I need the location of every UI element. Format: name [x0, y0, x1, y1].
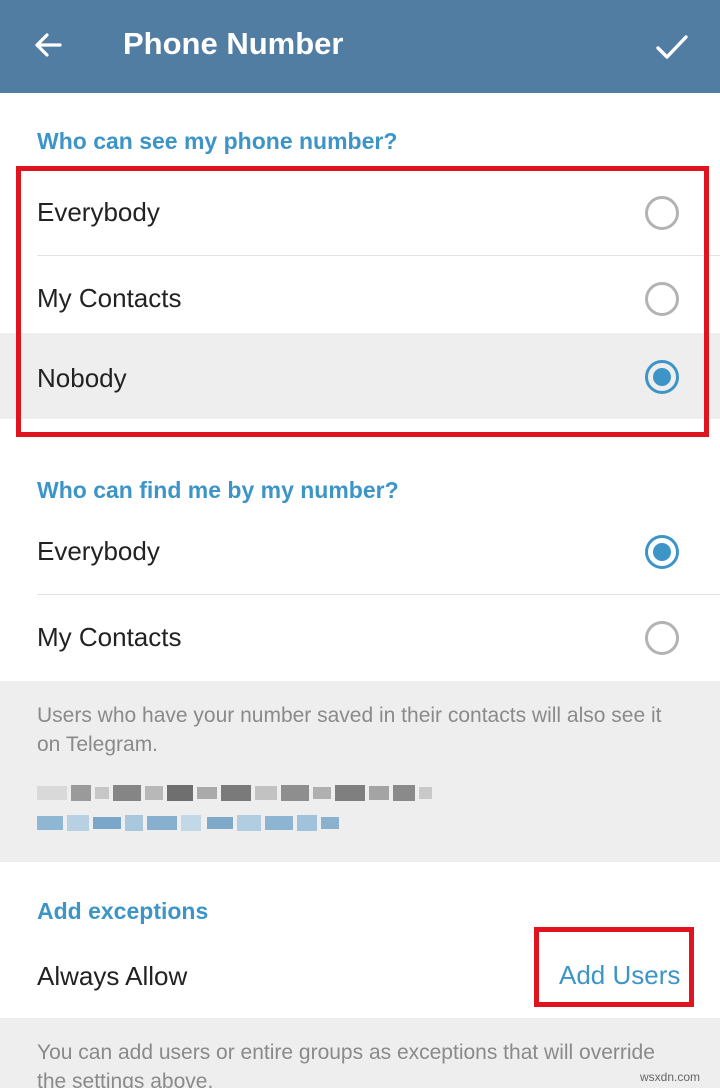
radio-button[interactable]: [645, 621, 679, 655]
find-me-header: Who can find me by my number?: [37, 477, 399, 503]
page-title: Phone Number: [123, 26, 344, 61]
info-text: You can add users or entire groups as ex…: [37, 1041, 655, 1088]
highlight-box: [16, 166, 709, 437]
always-allow-label: Always Allow: [37, 961, 188, 991]
app-bar: Phone Number: [0, 0, 720, 93]
exceptions-info: You can add users or entire groups as ex…: [0, 1018, 720, 1088]
option-label: Everybody: [37, 536, 160, 566]
find-option-everybody[interactable]: Everybody: [0, 509, 720, 595]
blurred-text: [37, 783, 432, 803]
see-phone-header: Who can see my phone number?: [37, 128, 398, 154]
arrow-left-icon[interactable]: [30, 27, 66, 63]
radio-button-selected[interactable]: [645, 535, 679, 569]
blurred-link: [37, 813, 339, 833]
info-text: Users who have your number saved in thei…: [37, 704, 662, 756]
exceptions-header: Add exceptions: [37, 898, 209, 924]
find-me-info: Users who have your number saved in thei…: [0, 681, 720, 862]
find-option-my-contacts[interactable]: My Contacts: [0, 595, 720, 681]
find-me-section: Who can find me by my number? Everybody …: [0, 438, 720, 681]
watermark: wsxdn.com: [640, 1070, 701, 1084]
option-label: My Contacts: [37, 622, 182, 652]
highlight-box: [534, 927, 694, 1007]
check-icon[interactable]: [652, 27, 692, 67]
